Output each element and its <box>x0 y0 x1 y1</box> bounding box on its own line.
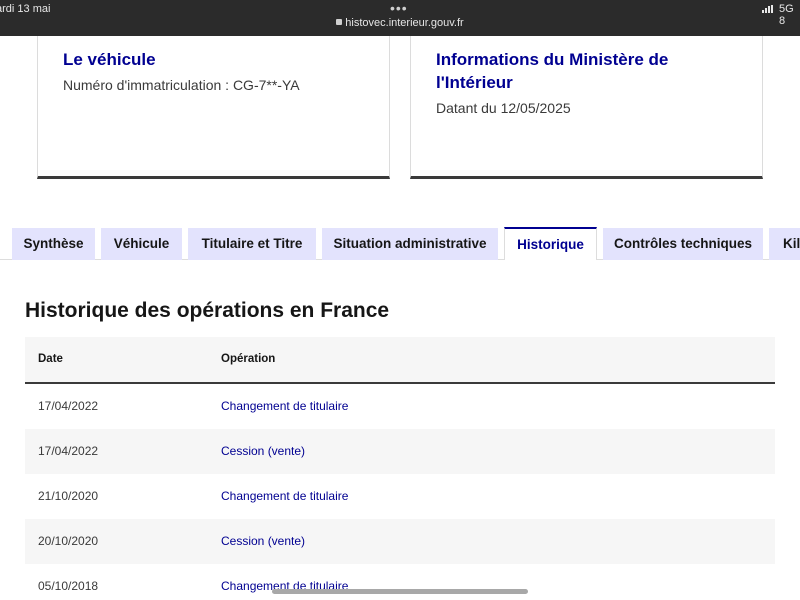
tab-controles-techniques[interactable]: Contrôles techniques <box>603 228 763 260</box>
row-operation-link[interactable]: Cession (vente) <box>221 534 305 548</box>
ministry-info-card: Informations du Ministère de l'Intérieur… <box>410 36 763 179</box>
row-operation-link[interactable]: Changement de titulaire <box>221 489 348 503</box>
address-bar[interactable]: histovec.interieur.gouv.fr <box>0 17 800 29</box>
history-table: Date Opération 17/04/2022 Changement de … <box>25 337 775 600</box>
signal-icon <box>762 5 776 13</box>
tab-situation-administrative[interactable]: Situation administrative <box>322 228 498 260</box>
row-date: 17/04/2022 <box>38 399 99 413</box>
registration-number: Numéro d'immatriculation : CG-7**-YA <box>63 77 300 93</box>
row-date: 05/10/2018 <box>38 579 99 593</box>
table-row: 17/04/2022 Cession (vente) <box>25 429 775 474</box>
table-row: 21/10/2020 Changement de titulaire <box>25 474 775 519</box>
network-indicator: 5G 8 <box>779 3 794 27</box>
table-header: Date Opération <box>25 337 775 384</box>
row-date: 20/10/2020 <box>38 534 99 548</box>
lock-icon <box>336 19 343 25</box>
tab-titulaire-et-titre[interactable]: Titulaire et Titre <box>188 228 316 260</box>
row-operation-link[interactable]: Cession (vente) <box>221 444 305 458</box>
table-row: 05/10/2018 Changement de titulaire <box>25 564 775 600</box>
data-date: Datant du 12/05/2025 <box>436 100 571 116</box>
more-dots-icon[interactable]: ••• <box>390 0 408 16</box>
row-operation-link[interactable]: Changement de titulaire <box>221 399 348 413</box>
tab-kilometrage[interactable]: Kilo <box>769 228 800 260</box>
vehicle-card: Le véhicule Numéro d'immatriculation : C… <box>37 36 390 179</box>
row-date: 17/04/2022 <box>38 444 99 458</box>
report-tabs: Synthèse Véhicule Titulaire et Titre Sit… <box>0 227 800 260</box>
browser-status-bar: ardi 13 mai ••• histovec.interieur.gouv.… <box>0 0 800 36</box>
ministry-card-title: Informations du Ministère de l'Intérieur <box>436 50 669 92</box>
row-date: 21/10/2020 <box>38 489 99 503</box>
tab-synthese[interactable]: Synthèse <box>12 228 95 260</box>
address-bar-url: histovec.interieur.gouv.fr <box>345 17 464 29</box>
tab-vehicule[interactable]: Véhicule <box>101 228 182 260</box>
column-header-date: Date <box>38 353 63 365</box>
home-indicator[interactable] <box>272 589 528 594</box>
tab-historique[interactable]: Historique <box>504 227 597 260</box>
section-title: Historique des opérations en France <box>25 299 390 322</box>
table-row: 20/10/2020 Cession (vente) <box>25 519 775 564</box>
vehicle-card-title: Le véhicule <box>63 50 156 69</box>
table-row: 17/04/2022 Changement de titulaire <box>25 384 775 429</box>
status-time: ardi 13 mai <box>0 3 51 15</box>
column-header-operation: Opération <box>221 353 276 365</box>
